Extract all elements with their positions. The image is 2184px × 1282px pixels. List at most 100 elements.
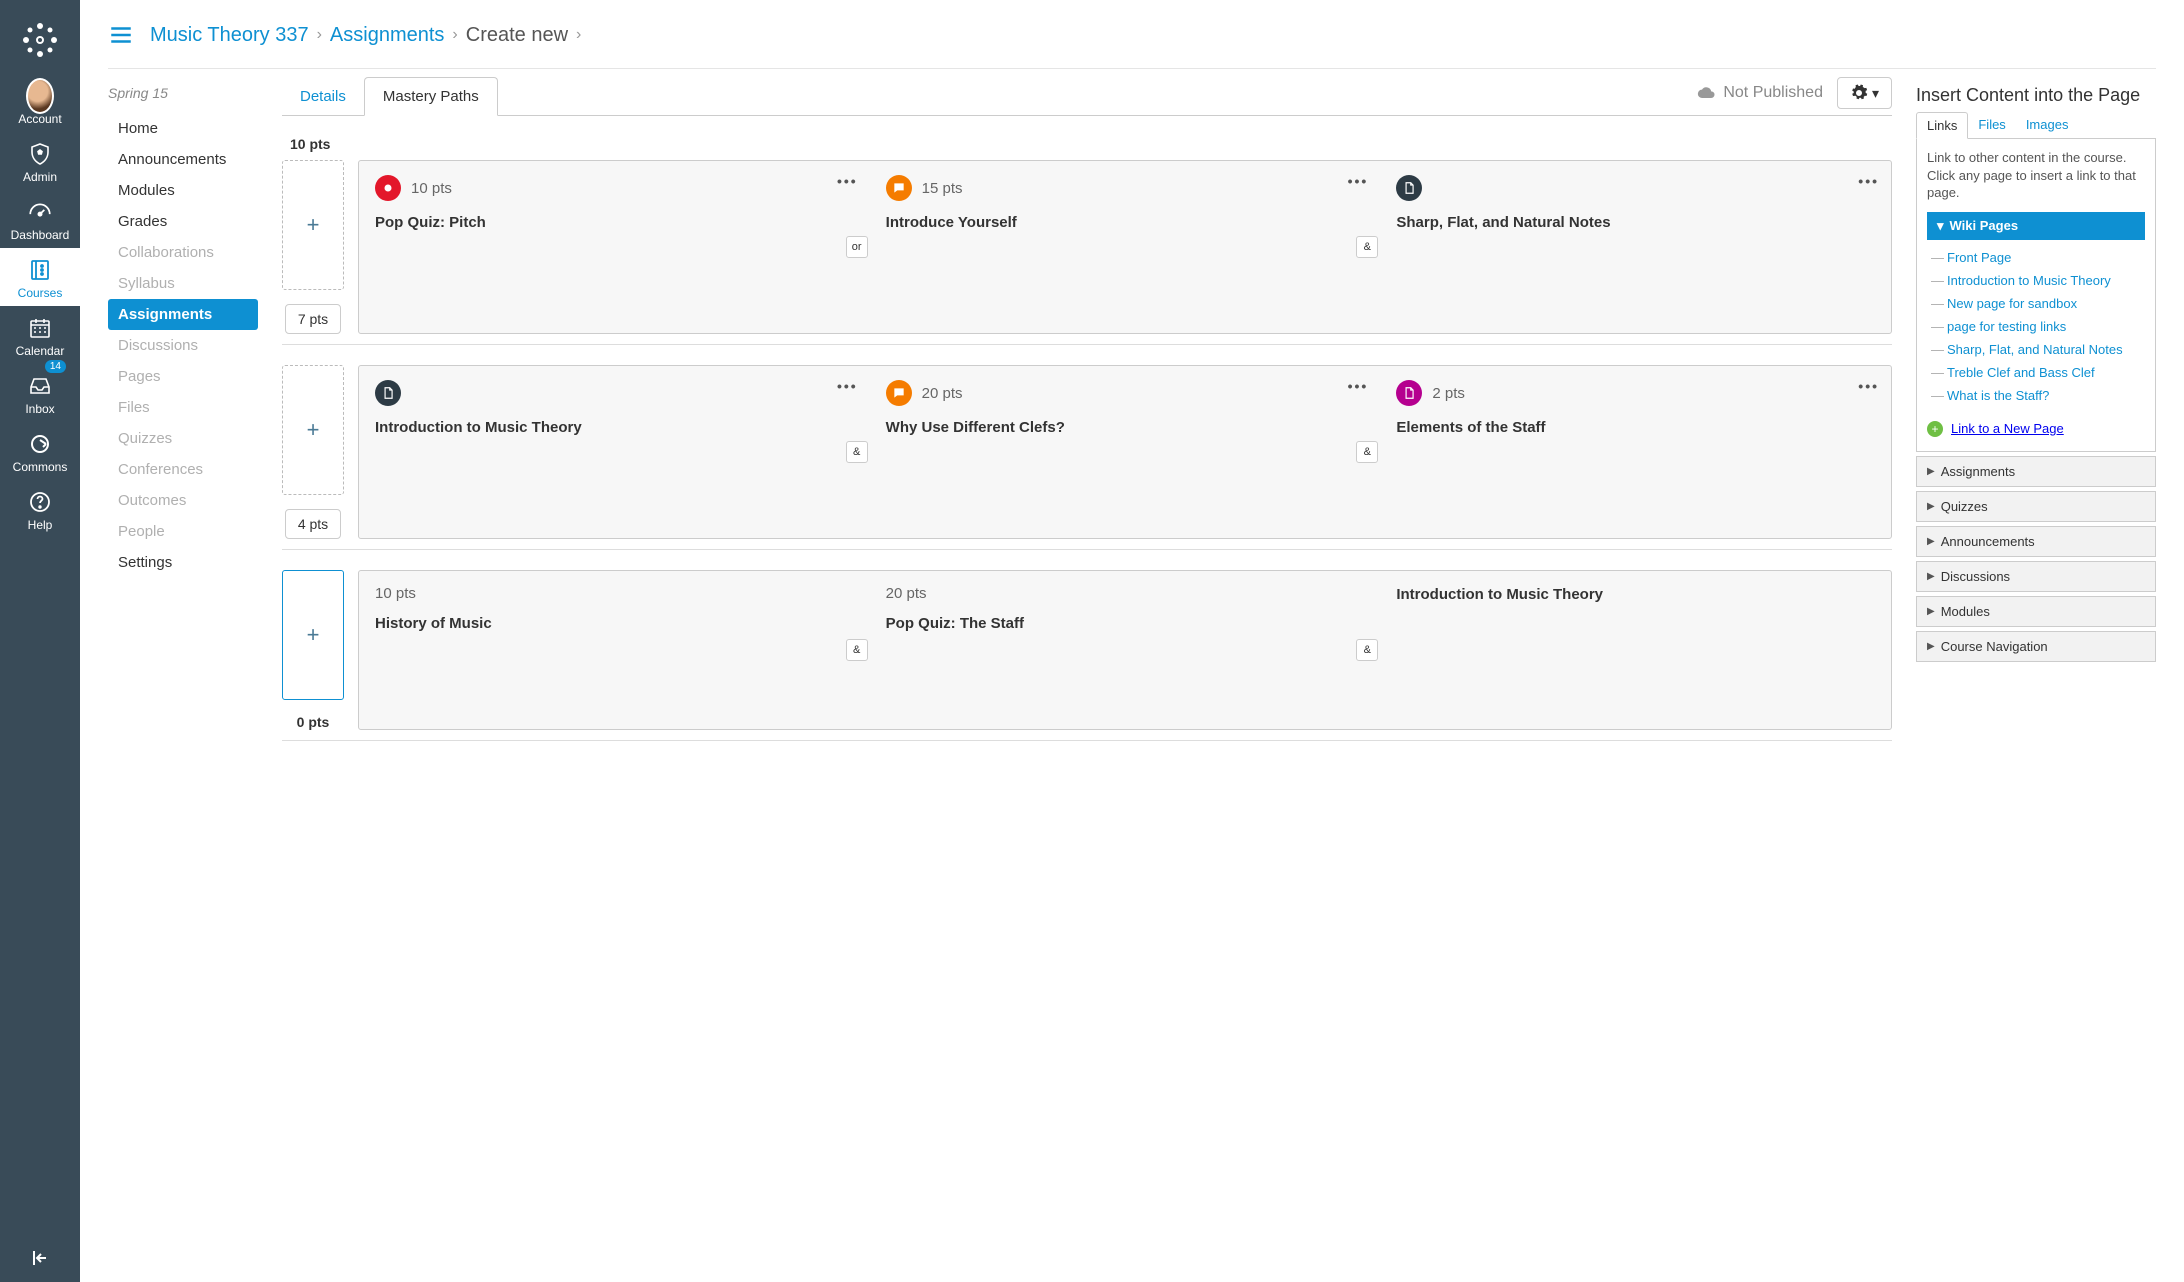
course-nav-item[interactable]: People [108,516,258,547]
course-nav-item[interactable]: Conferences [108,454,258,485]
range-lower-bound[interactable]: 7 pts [285,304,341,334]
path-card[interactable]: 10 ptsPop Quiz: Pitch••• [359,161,870,333]
card-menu-button[interactable]: ••• [1858,378,1879,394]
course-nav-item[interactable]: Quizzes [108,423,258,454]
wiki-page-link[interactable]: Front Page [1947,250,2011,265]
wiki-page-link[interactable]: page for testing links [1947,319,2066,334]
path-card[interactable]: 20 ptsWhy Use Different Clefs?••• [870,366,1381,538]
card-points: 20 pts [886,585,927,602]
card-title: Sharp, Flat, and Natural Notes [1396,213,1875,233]
link-new-page-label[interactable]: Link to a New Page [1951,421,2064,436]
course-nav-item[interactable]: Collaborations [108,237,258,268]
nav-admin[interactable]: Admin [0,132,80,190]
sidebar-tabs: Links Files Images [1916,112,2156,139]
nav-inbox-label: Inbox [25,402,54,416]
avatar-icon [26,78,54,114]
course-nav-item[interactable]: Settings [108,547,258,578]
path-connector[interactable]: & [846,441,868,463]
card-points: 15 pts [922,180,963,197]
wiki-page-link[interactable]: What is the Staff? [1947,388,2049,403]
nav-commons[interactable]: Commons [0,422,80,480]
wiki-page-link[interactable]: New page for sandbox [1947,296,2077,311]
path-connector[interactable]: & [846,639,868,661]
nav-dashboard[interactable]: Dashboard [0,190,80,248]
settings-button[interactable]: ▾ [1837,77,1892,109]
path-card[interactable]: 2 ptsElements of the Staff••• [1380,366,1891,538]
card-points: 10 pts [375,585,416,602]
path-card[interactable]: Introduction to Music Theory [1380,571,1891,729]
accordion-modules[interactable]: ▶Modules [1916,596,2156,627]
course-nav-item[interactable]: Discussions [108,330,258,361]
accordion-assignments[interactable]: ▶Assignments [1916,456,2156,487]
course-nav-item[interactable]: Assignments [108,299,258,330]
course-nav-item[interactable]: Grades [108,206,258,237]
nav-collapse-button[interactable] [28,1246,52,1270]
path-connector[interactable]: & [1356,441,1378,463]
course-nav-item[interactable]: Pages [108,361,258,392]
path-card[interactable]: Introduction to Music Theory••• [359,366,870,538]
course-nav-item[interactable]: Announcements [108,144,258,175]
card-menu-button[interactable]: ••• [837,378,858,394]
tab-mastery-paths[interactable]: Mastery Paths [364,77,498,116]
content: Details Mastery Paths Not Published ▾ 10 [282,77,1892,741]
accordion-discussions[interactable]: ▶Discussions [1916,561,2156,592]
content-type-icon [1396,175,1422,201]
cloud-icon [1697,83,1717,103]
path-connector[interactable]: & [1356,236,1378,258]
canvas-logo [18,18,62,62]
course-nav-item[interactable]: Outcomes [108,485,258,516]
nav-help[interactable]: Help [0,480,80,538]
inbox-icon [26,372,54,400]
sidebar-tab-images[interactable]: Images [2016,112,2079,138]
crumb-section[interactable]: Assignments [330,24,445,47]
crumb-course[interactable]: Music Theory 337 [150,24,309,47]
nav-account[interactable]: Account [0,74,80,132]
course-nav-item[interactable]: Syllabus [108,268,258,299]
wiki-page-link[interactable]: Introduction to Music Theory [1947,273,2111,288]
nav-courses[interactable]: Courses [0,248,80,306]
wiki-page-link-item: Sharp, Flat, and Natural Notes [1931,338,2141,361]
nav-calendar[interactable]: Calendar [0,306,80,364]
sidebar-tab-files[interactable]: Files [1968,112,2015,138]
course-nav-item[interactable]: Modules [108,175,258,206]
path-connector[interactable]: or [846,236,868,258]
commons-icon [26,430,54,458]
card-menu-button[interactable]: ••• [1348,173,1369,189]
accordion-quizzes[interactable]: ▶Quizzes [1916,491,2156,522]
link-new-page[interactable]: + Link to a New Page [1927,417,2145,441]
card-menu-button[interactable]: ••• [1348,378,1369,394]
wiki-page-link-item: Treble Clef and Bass Clef [1931,361,2141,384]
accordion-announcements[interactable]: ▶Announcements [1916,526,2156,557]
wiki-page-link[interactable]: Treble Clef and Bass Clef [1947,365,2095,380]
range-lower-bound[interactable]: 4 pts [285,509,341,539]
add-item-dropzone[interactable]: + [282,365,344,495]
accordion-label: Modules [1941,604,1990,619]
chevron-right-icon: › [317,26,322,44]
course-nav-item[interactable]: Home [108,113,258,144]
wiki-page-link[interactable]: Sharp, Flat, and Natural Notes [1947,342,2123,357]
wiki-pages-header[interactable]: ▾ Wiki Pages [1927,212,2145,240]
tab-details[interactable]: Details [282,78,364,115]
card-title: Introduce Yourself [886,213,1365,233]
path-connector[interactable]: & [1356,639,1378,661]
accordion-label: Announcements [1941,534,2035,549]
hamburger-icon[interactable] [108,22,134,48]
sidebar-hint: Link to other content in the course. Cli… [1927,149,2145,202]
card-menu-button[interactable]: ••• [1858,173,1879,189]
path-card[interactable]: 20 ptsPop Quiz: The Staff [870,571,1381,729]
nav-inbox[interactable]: 14 Inbox [0,364,80,422]
topbar: Music Theory 337 › Assignments › Create … [108,8,2156,69]
wiki-page-link-item: page for testing links [1931,315,2141,338]
path-card[interactable]: Sharp, Flat, and Natural Notes ••• [1380,161,1891,333]
card-menu-button[interactable]: ••• [837,173,858,189]
add-item-dropzone[interactable]: + [282,570,344,700]
path-card[interactable]: 10 ptsHistory of Music [359,571,870,729]
course-nav-item[interactable]: Files [108,392,258,423]
accordion-course-navigation[interactable]: ▶Course Navigation [1916,631,2156,662]
sidebar-tab-links[interactable]: Links [1916,112,1968,139]
chevron-right-icon: ▶ [1927,466,1935,477]
path-card[interactable]: 15 pts Introduce Yourself ••• [870,161,1381,333]
card-title: Elements of the Staff [1396,418,1875,438]
card-points: 10 pts [411,180,452,197]
add-item-dropzone[interactable]: + [282,160,344,290]
